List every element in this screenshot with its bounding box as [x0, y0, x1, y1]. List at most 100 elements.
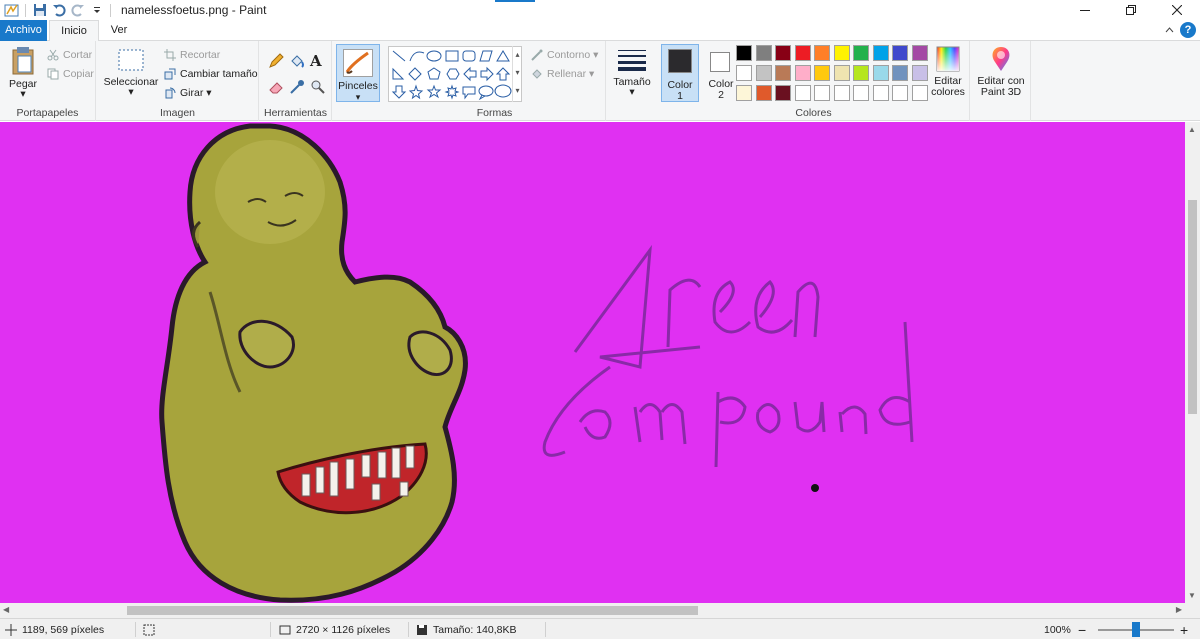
- image-size-text: 2720 × 1126 píxeles: [296, 623, 391, 636]
- tab-ver[interactable]: Ver: [101, 20, 137, 41]
- collapse-ribbon-icon[interactable]: [1165, 26, 1174, 38]
- edit-with-paint3d-button[interactable]: Editar con Paint 3D: [973, 45, 1029, 98]
- color-palette: [736, 45, 936, 105]
- minimize-button[interactable]: [1062, 0, 1108, 20]
- palette-color-swatch[interactable]: [853, 65, 869, 81]
- file-size-text: Tamaño: 140,8KB: [433, 623, 517, 636]
- palette-color-swatch[interactable]: [736, 85, 752, 101]
- restore-button[interactable]: [1108, 0, 1154, 20]
- palette-color-swatch[interactable]: [853, 85, 869, 101]
- palette-color-swatch[interactable]: [814, 45, 830, 61]
- palette-color-swatch[interactable]: [736, 45, 752, 61]
- palette-color-swatch[interactable]: [736, 65, 752, 81]
- tab-archivo[interactable]: Archivo: [0, 20, 47, 41]
- selection-size-status: [142, 619, 160, 640]
- select-button[interactable]: Seleccionar ▾: [103, 47, 159, 97]
- window-controls: [1062, 0, 1200, 20]
- vertical-scrollbar[interactable]: ▲ ▼: [1185, 122, 1200, 603]
- customize-quick-access-icon[interactable]: [87, 1, 106, 19]
- window-title: namelessfoetus.png - Paint: [121, 3, 267, 17]
- palette-color-swatch[interactable]: [892, 65, 908, 81]
- palette-color-swatch[interactable]: [872, 45, 889, 61]
- palette-color-swatch[interactable]: [794, 85, 811, 101]
- palette-color-swatch[interactable]: [794, 45, 811, 61]
- scroll-up-icon[interactable]: ▲: [1188, 125, 1196, 134]
- copy-label: Copiar: [63, 68, 94, 80]
- paint-app-icon[interactable]: [2, 1, 21, 19]
- outline-icon: [530, 48, 544, 62]
- palette-color-swatch[interactable]: [833, 65, 850, 81]
- paste-button[interactable]: Pegar ▾: [4, 45, 42, 99]
- group-label-herramientas: Herramientas: [263, 107, 328, 119]
- fill-bucket-icon[interactable]: [289, 53, 305, 69]
- palette-color-swatch[interactable]: [775, 65, 791, 81]
- color2-button[interactable]: Color 2: [702, 44, 740, 102]
- palette-color-swatch[interactable]: [911, 65, 928, 81]
- shapes-gallery[interactable]: [388, 46, 522, 102]
- eraser-icon[interactable]: [268, 79, 284, 95]
- ribbon-tabs: Archivo Inicio Ver ?: [0, 20, 1200, 42]
- rotate-icon: [163, 86, 177, 100]
- cut-label: Cortar: [63, 49, 93, 61]
- undo-icon[interactable]: [49, 1, 68, 19]
- magnifier-icon[interactable]: [310, 79, 326, 95]
- tab-inicio[interactable]: Inicio: [49, 20, 99, 42]
- palette-color-swatch[interactable]: [814, 65, 830, 81]
- palette-color-swatch[interactable]: [892, 85, 908, 101]
- resize-button[interactable]: Cambiar tamaño: [163, 67, 258, 81]
- palette-color-swatch[interactable]: [755, 65, 772, 81]
- palette-color-swatch[interactable]: [892, 45, 908, 61]
- cut-button[interactable]: Cortar: [46, 48, 92, 62]
- horizontal-scrollbar[interactable]: ◀ ▶: [0, 603, 1185, 618]
- horizontal-scroll-thumb[interactable]: [127, 606, 698, 615]
- canvas-drawing: [159, 123, 914, 603]
- outline-button[interactable]: Contorno ▾: [530, 48, 598, 62]
- brushes-label: Pinceles: [338, 80, 378, 92]
- palette-color-swatch[interactable]: [911, 85, 928, 101]
- resize-icon: [163, 67, 177, 81]
- zoom-out-button[interactable]: −: [1078, 619, 1086, 640]
- brushes-button[interactable]: Pinceles ▾: [336, 44, 380, 102]
- color-picker-icon[interactable]: [289, 79, 305, 95]
- rotate-button[interactable]: Girar ▾: [163, 86, 212, 100]
- group-herramientas: A Herramientas: [260, 41, 332, 121]
- chevron-down-icon: ▾: [629, 86, 635, 98]
- text-tool-icon[interactable]: A: [310, 52, 326, 70]
- selection-rectangle-icon: [118, 49, 144, 71]
- palette-color-swatch[interactable]: [755, 85, 772, 101]
- palette-color-swatch[interactable]: [872, 85, 889, 101]
- palette-color-swatch[interactable]: [853, 45, 869, 61]
- copy-button[interactable]: Copiar: [46, 67, 94, 81]
- pencil-icon[interactable]: [268, 53, 284, 69]
- palette-color-swatch[interactable]: [755, 45, 772, 61]
- palette-color-swatch[interactable]: [775, 85, 791, 101]
- shapes-scroll[interactable]: ▴ ▾ ▾: [512, 46, 522, 102]
- redo-icon[interactable]: [68, 1, 87, 19]
- drawing-canvas[interactable]: [0, 122, 1185, 603]
- scroll-left-icon[interactable]: ◀: [3, 605, 9, 614]
- palette-color-swatch[interactable]: [833, 45, 850, 61]
- palette-color-swatch[interactable]: [833, 85, 850, 101]
- close-button[interactable]: [1154, 0, 1200, 20]
- vertical-scroll-thumb[interactable]: [1188, 200, 1197, 414]
- palette-color-swatch[interactable]: [911, 45, 928, 61]
- color1-button[interactable]: Color 1: [661, 44, 699, 102]
- palette-color-swatch[interactable]: [872, 65, 889, 81]
- crop-button[interactable]: Recortar: [163, 48, 220, 62]
- help-icon[interactable]: ?: [1180, 22, 1196, 38]
- save-icon[interactable]: [30, 1, 49, 19]
- separator: [545, 622, 546, 637]
- chevron-down-icon: ▾: [203, 87, 212, 99]
- palette-color-swatch[interactable]: [794, 65, 811, 81]
- palette-color-swatch[interactable]: [814, 85, 830, 101]
- edit-colors-button[interactable]: Editar colores: [928, 45, 968, 98]
- group-label-colores: Colores: [795, 107, 832, 119]
- zoom-in-button[interactable]: +: [1180, 619, 1188, 640]
- separator: [135, 622, 136, 637]
- zoom-slider-thumb[interactable]: [1132, 622, 1140, 637]
- palette-color-swatch[interactable]: [775, 45, 791, 61]
- fill-button[interactable]: Rellenar ▾: [530, 67, 594, 81]
- size-button[interactable]: Tamaño ▾: [610, 47, 654, 98]
- scroll-right-icon[interactable]: ▶: [1176, 605, 1182, 614]
- scroll-down-icon[interactable]: ▼: [1188, 591, 1196, 600]
